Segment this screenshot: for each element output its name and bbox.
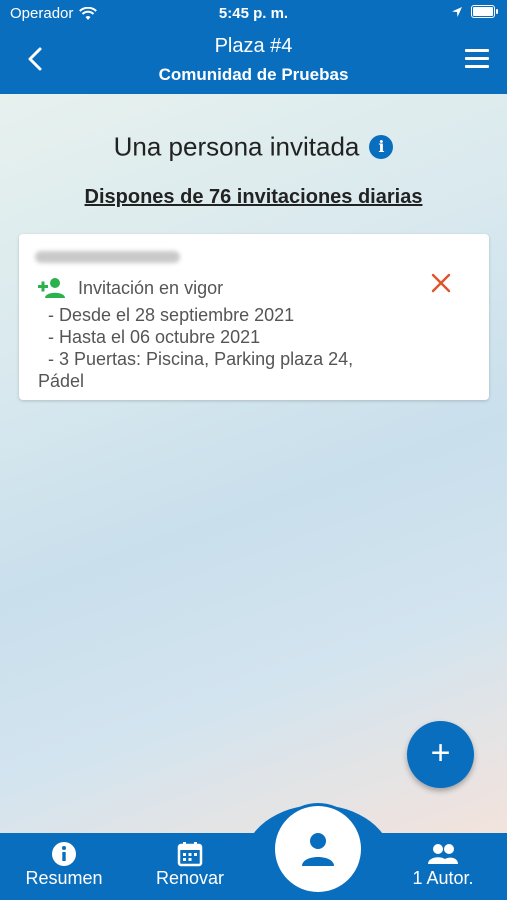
tab-profile-center[interactable] [275, 806, 361, 892]
status-right [451, 5, 498, 18]
invitation-from: - Desde el 28 septiembre 2021 [48, 305, 295, 325]
calendar-icon [177, 842, 203, 867]
add-invitation-button[interactable]: + [407, 721, 474, 788]
guest-name-redacted [35, 251, 180, 263]
invitation-card[interactable]: Invitación en vigor - Desde el 28 septie… [19, 234, 489, 400]
location-arrow-icon [452, 6, 462, 17]
hamburger-menu-icon[interactable] [465, 49, 489, 69]
invitation-status: Invitación en vigor [78, 277, 224, 298]
page-title: Plaza #4 [214, 35, 293, 57]
tab-authorized[interactable]: 1 Autor. [402, 840, 484, 889]
status-bar: Operador 5:45 p. m. [0, 0, 507, 28]
tab-authorized-label: 1 Autor. [412, 868, 474, 888]
tab-summary[interactable]: Resumen [20, 840, 108, 889]
person-add-icon [38, 278, 65, 298]
page-subtitle: Comunidad de Pruebas [158, 65, 349, 84]
info-circle-icon [52, 842, 76, 866]
group-icon [428, 844, 458, 864]
close-icon[interactable] [429, 271, 453, 295]
top-bar: Operador 5:45 p. m. Plaza #4 Comunidad d… [0, 0, 507, 94]
battery-icon [471, 5, 498, 18]
guests-heading-text: Una persona invitada [113, 131, 360, 162]
tab-renew[interactable]: Renovar [148, 840, 232, 889]
invitation-status-row: Invitación en vigor [38, 277, 223, 299]
invitation-until: - Hasta el 06 octubre 2021 [48, 327, 261, 347]
invitation-doors-cont: Pádel [38, 371, 85, 391]
invitation-doors: - 3 Puertas: Piscina, Parking plaza 24, [48, 349, 354, 369]
tab-summary-label: Resumen [25, 868, 103, 888]
tab-renew-label: Renovar [155, 868, 225, 888]
person-icon [302, 833, 334, 866]
status-time: 5:45 p. m. [218, 5, 289, 22]
app-screen: Operador 5:45 p. m. Plaza #4 Comunidad d… [0, 0, 507, 900]
daily-invitations-link[interactable]: Dispones de 76 invitaciones diarias [0, 186, 507, 209]
guests-heading: Una persona invitada i [0, 130, 507, 163]
info-icon[interactable]: i [369, 135, 394, 160]
